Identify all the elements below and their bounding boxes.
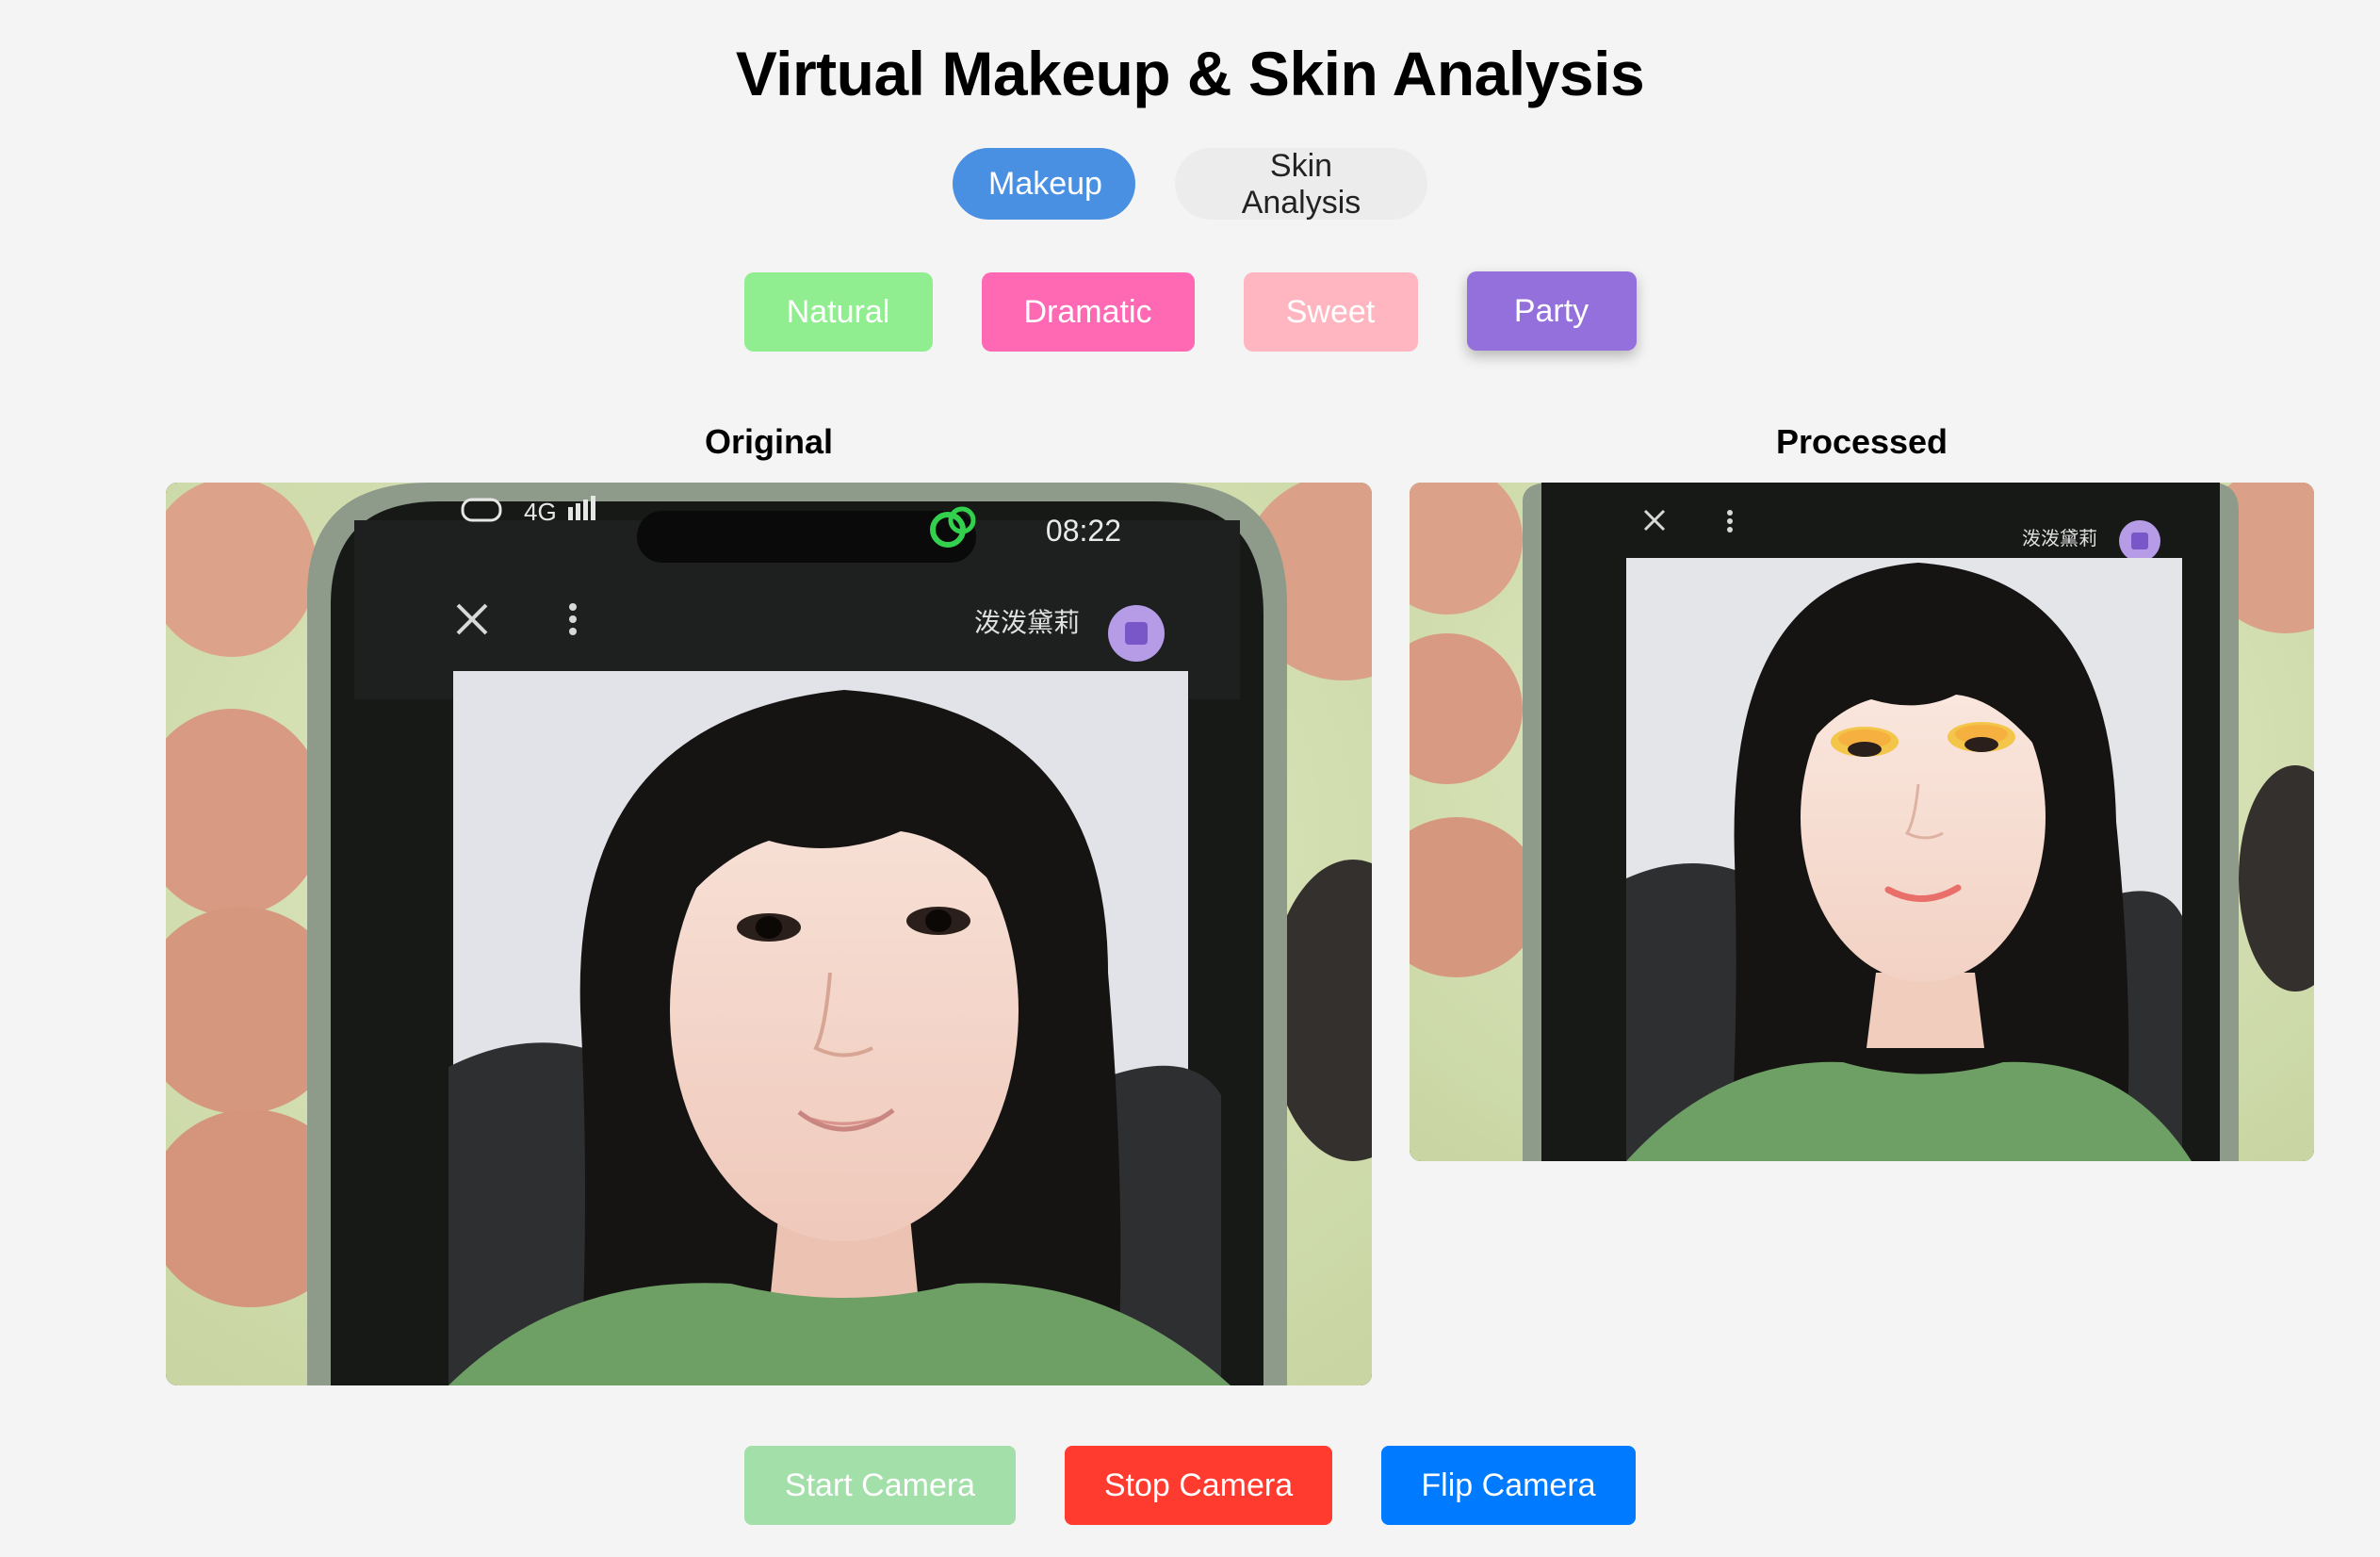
tab-makeup[interactable]: Makeup xyxy=(953,148,1135,220)
mode-tabs: Makeup Skin Analysis xyxy=(0,148,2380,221)
tab-skin-analysis[interactable]: Skin Analysis xyxy=(1175,148,1427,221)
original-label: Original xyxy=(704,422,834,461)
more-vert-icon xyxy=(569,603,577,635)
status-time: 08:22 xyxy=(1046,514,1121,548)
start-camera-button[interactable]: Start Camera xyxy=(744,1446,1016,1525)
status-network: 4G xyxy=(524,498,557,526)
processed-video: 泼泼黛莉 xyxy=(1410,483,2314,1161)
style-natural-button[interactable]: Natural xyxy=(743,272,933,352)
style-dramatic-button[interactable]: Dramatic xyxy=(981,272,1195,352)
processed-contact-name: 泼泼黛莉 xyxy=(2022,527,2097,549)
processed-avatar-icon xyxy=(2119,520,2160,562)
camera-controls: Start Camera Stop Camera Flip Camera xyxy=(0,1446,2380,1525)
makeup-style-selector: Natural Dramatic Sweet Party xyxy=(0,271,2380,352)
flip-camera-button[interactable]: Flip Camera xyxy=(1381,1446,1636,1525)
contact-name: 泼泼黛莉 xyxy=(974,607,1080,638)
original-video: 08:22 4G 泼泼黛莉 xyxy=(166,483,1372,1385)
stop-camera-button[interactable]: Stop Camera xyxy=(1065,1446,1332,1525)
style-party-button[interactable]: Party xyxy=(1466,271,1637,351)
avatar-icon xyxy=(1108,605,1165,662)
style-sweet-button[interactable]: Sweet xyxy=(1243,272,1418,352)
processed-more-vert-icon xyxy=(1727,510,1733,533)
processed-label: Processed xyxy=(1775,422,1948,461)
page-title: Virtual Makeup & Skin Analysis xyxy=(735,39,1645,108)
